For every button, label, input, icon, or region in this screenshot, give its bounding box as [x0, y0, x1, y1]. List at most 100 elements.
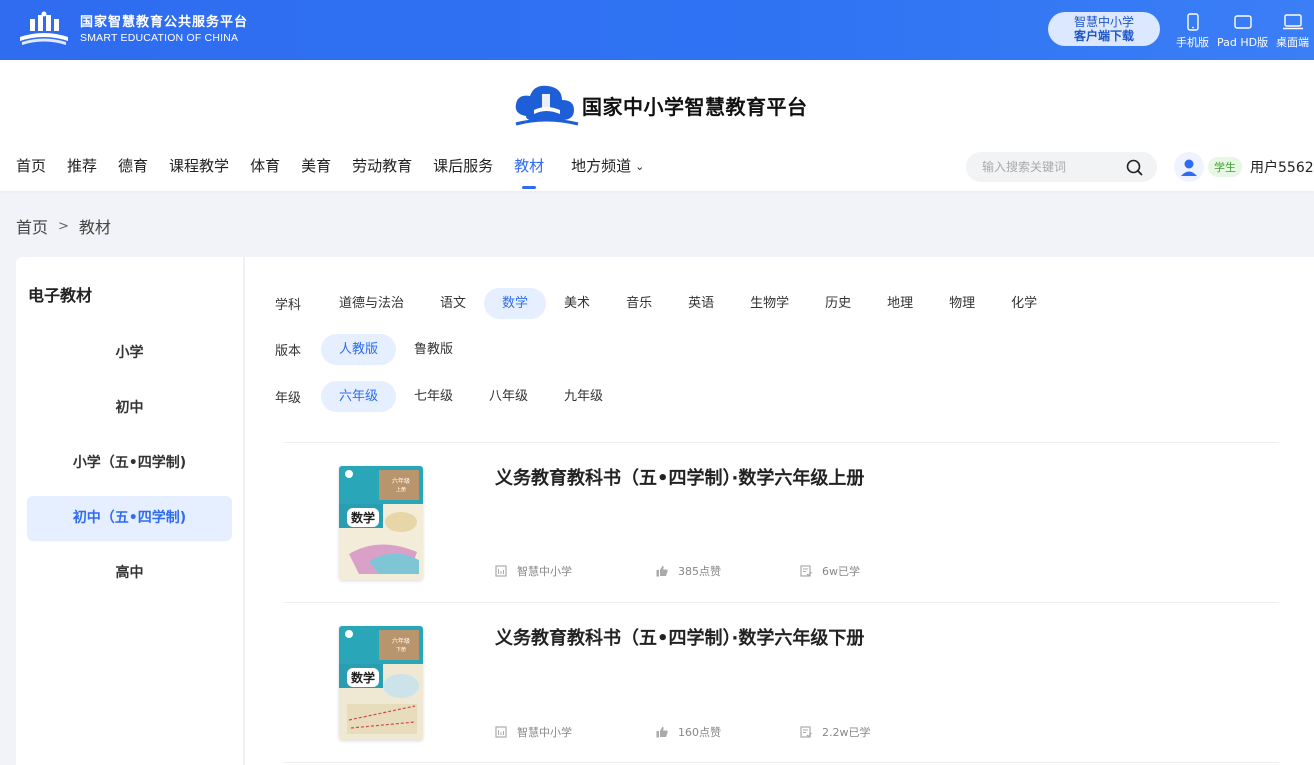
chip-subject-geography[interactable]: 地理 — [869, 288, 931, 319]
chip-subject-math[interactable]: 数学 — [484, 287, 547, 319]
breadcrumb-home[interactable]: 首页 — [16, 214, 48, 238]
textbook-category-panel: 电子教材 小学 初中 小学（五•四学制) 初中（五•四学制) 高中 — [16, 257, 243, 765]
cover-subject: 数学 — [347, 508, 380, 527]
divider — [283, 602, 1279, 603]
chip-subject-music[interactable]: 音乐 — [608, 288, 670, 319]
chip-grade-6[interactable]: 六年级 — [321, 380, 397, 412]
divider — [283, 442, 1279, 443]
desktop-version-label: 桌面端 — [1276, 36, 1309, 49]
chevron-down-icon: ⌄ — [635, 160, 645, 173]
nav-recommend[interactable]: 推荐 — [67, 156, 97, 180]
nav-moral[interactable]: 德育 — [118, 156, 148, 180]
book-likes: 385点赞 — [656, 563, 721, 579]
breadcrumb-separator: > — [58, 218, 69, 234]
chip-subject-biology[interactable]: 生物学 — [732, 288, 807, 319]
thumb-up-icon — [656, 726, 668, 738]
nav-after-school[interactable]: 课后服务 — [433, 156, 493, 180]
cover-volume: 下册 — [395, 647, 406, 653]
edition-filter-label: 版本 — [275, 343, 302, 359]
learners-count: 6w已学 — [822, 565, 860, 578]
avatar[interactable] — [1174, 152, 1204, 182]
nav-labor[interactable]: 劳动教育 — [352, 156, 412, 180]
nav-arts[interactable]: 美育 — [301, 156, 331, 180]
brand[interactable]: 国家智慧教育公共服务平台 SMART EDUCATION OF CHINA — [16, 10, 248, 50]
chip-subject-chinese[interactable]: 语文 — [422, 288, 484, 319]
search-box — [966, 152, 1157, 182]
grade-filter-label: 年级 — [275, 390, 302, 406]
pad-version-link[interactable]: Pad HD版 — [1217, 12, 1268, 50]
chip-grade-8[interactable]: 八年级 — [471, 381, 546, 412]
download-line1: 智慧中小学 — [1073, 15, 1134, 29]
chip-grade-9[interactable]: 九年级 — [546, 381, 621, 412]
chip-subject-art[interactable]: 美术 — [546, 288, 608, 319]
chip-edition-pep[interactable]: 人教版 — [321, 333, 397, 365]
publisher-name: 智慧中小学 — [517, 565, 572, 578]
nav-sports[interactable]: 体育 — [250, 156, 280, 180]
edition-filter: 版本 人教版 鲁教版 — [275, 333, 471, 365]
desktop-version-link[interactable]: 桌面端 — [1276, 12, 1309, 50]
user-icon — [1181, 159, 1197, 176]
breadcrumb-current: 教材 — [78, 218, 111, 237]
chip-grade-7[interactable]: 七年级 — [396, 381, 471, 412]
subject-filter-label: 学科 — [275, 297, 302, 313]
breadcrumb: 首页 > 教材 — [16, 214, 111, 238]
search-input[interactable] — [966, 152, 1106, 182]
publisher-icon — [495, 726, 507, 738]
sidebar-item-junior-54[interactable]: 初中（五•四学制) — [27, 496, 232, 541]
study-record-icon — [800, 565, 812, 577]
search-icon[interactable] — [1126, 159, 1143, 176]
divider — [283, 762, 1279, 763]
user-menu[interactable]: 学生 用户5562 — [1174, 152, 1314, 182]
chip-edition-lujiao[interactable]: 鲁教版 — [396, 334, 471, 365]
nav-courses[interactable]: 课程教学 — [169, 156, 229, 180]
pad-version-label: Pad HD版 — [1217, 36, 1269, 49]
phone-version-label: 手机版 — [1176, 36, 1209, 49]
phone-icon — [1186, 13, 1199, 31]
thumb-up-icon — [656, 565, 668, 577]
site-header: 国家中小学智慧教育平台 首页 推荐 德育 课程教学 体育 美育 劳动教育 课后服… — [0, 60, 1314, 191]
publisher-name: 智慧中小学 — [517, 726, 572, 739]
brand-name-en: SMART EDUCATION OF CHINA — [80, 32, 239, 44]
chip-subject-morality[interactable]: 道德与法治 — [321, 288, 422, 319]
grade-filter: 年级 六年级 七年级 八年级 九年级 — [275, 380, 621, 412]
book-cover[interactable]: 六年级 上册 数学 — [339, 466, 423, 580]
chip-subject-english[interactable]: 英语 — [670, 288, 732, 319]
nav-home[interactable]: 首页 — [16, 156, 46, 180]
subject-filter: 学科 道德与法治 语文 数学 美术 音乐 英语 生物学 历史 地理 物理 化学 — [275, 287, 1055, 319]
nav-textbooks[interactable]: 教材 — [514, 156, 544, 189]
book-publisher: 智慧中小学 — [495, 563, 572, 579]
chip-subject-history[interactable]: 历史 — [807, 288, 869, 319]
publisher-icon — [495, 565, 507, 577]
chip-subject-chemistry[interactable]: 化学 — [993, 288, 1055, 319]
smart-education-logo-icon — [20, 11, 68, 45]
main-nav: 首页 推荐 德育 课程教学 体育 美育 劳动教育 课后服务 教材 地方频道 ⌄ — [16, 156, 665, 189]
tablet-icon — [1233, 15, 1252, 29]
book-publisher: 智慧中小学 — [495, 724, 572, 740]
client-download-button[interactable]: 智慧中小学 客户端下载 — [1048, 12, 1160, 46]
chip-subject-physics[interactable]: 物理 — [931, 288, 993, 319]
sidebar-item-junior[interactable]: 初中 — [27, 386, 232, 431]
book-learners: 6w已学 — [800, 563, 860, 579]
desktop-icon — [1282, 14, 1303, 30]
book-title[interactable]: 义务教育教科书（五•四学制）·数学六年级下册 — [495, 624, 864, 650]
sidebar-item-primary[interactable]: 小学 — [27, 331, 232, 376]
cloud-book-logo-icon — [515, 85, 579, 126]
brand-name-cn: 国家智慧教育公共服务平台 — [80, 15, 249, 30]
cover-subject: 数学 — [347, 668, 380, 687]
likes-count: 385点赞 — [678, 565, 721, 578]
site-title: 国家中小学智慧教育平台 — [582, 94, 808, 119]
study-record-icon — [800, 726, 812, 738]
phone-version-link[interactable]: 手机版 — [1176, 12, 1209, 50]
nav-local-channel[interactable]: 地方频道 ⌄ — [571, 156, 644, 180]
book-title[interactable]: 义务教育教科书（五•四学制）·数学六年级上册 — [495, 464, 864, 490]
sidebar-item-primary-54[interactable]: 小学（五•四学制) — [27, 441, 232, 486]
book-learners: 2.2w已学 — [800, 724, 871, 740]
nav-local-label: 地方频道 — [571, 157, 632, 175]
role-badge: 学生 — [1208, 157, 1242, 177]
book-cover[interactable]: 六年级 下册 数学 — [339, 626, 423, 740]
username[interactable]: 用户5562 — [1250, 157, 1314, 177]
cover-grade: 六年级 — [391, 638, 410, 645]
sidebar-item-senior[interactable]: 高中 — [27, 551, 232, 596]
download-line2: 客户端下载 — [1073, 29, 1134, 43]
site-logo[interactable]: 国家中小学智慧教育平台 — [512, 80, 808, 130]
